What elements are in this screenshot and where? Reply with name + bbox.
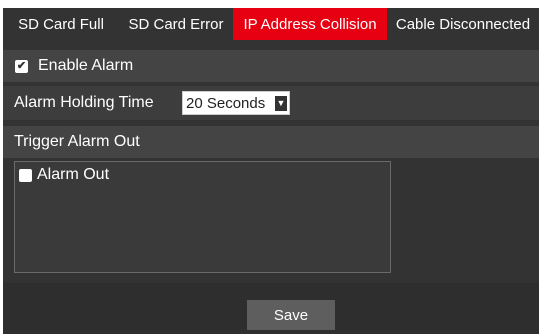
alarm-out-list: Alarm Out bbox=[14, 161, 391, 273]
alarm-out-item[interactable]: Alarm Out bbox=[19, 166, 109, 184]
alarm-holding-time-row: Alarm Holding Time 20 Seconds ▼ bbox=[3, 86, 539, 120]
alarm-out-checkbox[interactable] bbox=[19, 168, 32, 182]
tab-ip-address-collision[interactable]: IP Address Collision bbox=[233, 8, 387, 40]
trigger-alarm-out-label: Trigger Alarm Out bbox=[14, 133, 140, 150]
trigger-alarm-out-row: Trigger Alarm Out bbox=[3, 126, 539, 158]
enable-alarm-row: ✔ Enable Alarm bbox=[3, 50, 539, 82]
enable-alarm-label: Enable Alarm bbox=[38, 57, 134, 74]
chevron-down-icon[interactable]: ▼ bbox=[275, 95, 287, 111]
alarm-holding-time-label: Alarm Holding Time bbox=[14, 94, 154, 111]
enable-alarm-checkbox[interactable]: ✔ bbox=[15, 59, 28, 73]
tab-sd-card-error[interactable]: SD Card Error bbox=[119, 8, 233, 40]
save-button[interactable]: Save bbox=[247, 300, 335, 330]
alarm-settings-panel: SD Card Full SD Card Error IP Address Co… bbox=[3, 8, 539, 334]
alarm-holding-time-value: 20 Seconds bbox=[186, 94, 266, 112]
tab-sd-card-full[interactable]: SD Card Full bbox=[3, 8, 119, 40]
footer-bar: Save bbox=[3, 283, 539, 334]
tab-cable-disconnected[interactable]: Cable Disconnected bbox=[387, 8, 539, 40]
tab-bar: SD Card Full SD Card Error IP Address Co… bbox=[3, 8, 539, 40]
alarm-out-label: Alarm Out bbox=[37, 166, 110, 183]
alarm-holding-time-select[interactable]: 20 Seconds ▼ bbox=[182, 91, 290, 115]
